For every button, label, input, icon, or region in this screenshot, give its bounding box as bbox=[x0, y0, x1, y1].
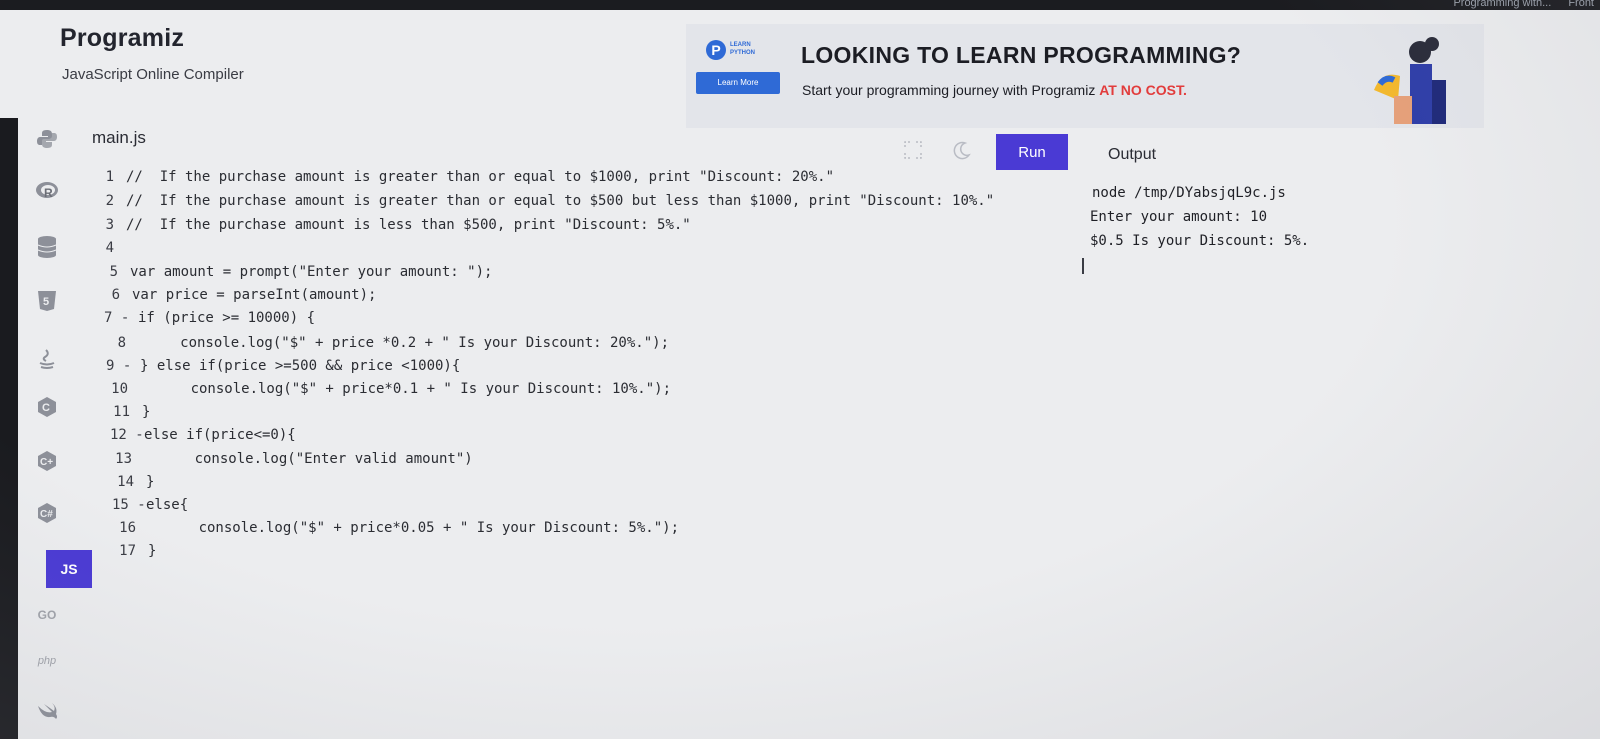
ad-subtext-prefix: Start your programming journey with Prog… bbox=[802, 82, 1100, 98]
code-line[interactable]: 10 console.log("$" + price*0.1 + " Is yo… bbox=[106, 378, 671, 400]
php-icon[interactable]: php bbox=[34, 648, 60, 674]
code-line[interactable]: 9 - } else if(price >=500 && price <1000)… bbox=[106, 355, 460, 377]
code-line[interactable]: 14} bbox=[112, 471, 154, 493]
fullscreen-icon[interactable] bbox=[903, 140, 925, 162]
run-button[interactable]: Run bbox=[996, 134, 1068, 170]
line-number: 4 bbox=[105, 240, 114, 256]
browser-tabs-partial[interactable]: Programming with... Front bbox=[1439, 0, 1594, 9]
svg-text:C#: C# bbox=[40, 509, 53, 520]
js-language-button[interactable]: JS bbox=[46, 550, 92, 588]
browser-tab-front[interactable]: Front bbox=[1568, 0, 1594, 9]
code-line[interactable]: 6 var price = parseInt(amount); bbox=[98, 284, 377, 306]
browser-tab-programming[interactable]: Programming with... bbox=[1453, 0, 1551, 9]
cpp-language-icon[interactable]: C+ bbox=[34, 448, 60, 474]
theme-toggle-icon[interactable] bbox=[952, 140, 974, 162]
code-line[interactable]: 4 bbox=[92, 237, 126, 259]
code-text: } bbox=[142, 404, 151, 420]
learn-python-logo: P LEARN PYTHON bbox=[706, 40, 772, 60]
sql-database-icon[interactable] bbox=[34, 234, 60, 260]
programiz-logo[interactable]: Programiz bbox=[60, 24, 184, 53]
code-line[interactable]: 16 console.log("$" + price*0.05 + " Is y… bbox=[114, 517, 679, 539]
browser-top-strip: Programming with... Front bbox=[0, 0, 1600, 10]
code-line[interactable]: 5 var amount = prompt("Enter your amount:… bbox=[96, 261, 493, 283]
code-text: // If the purchase amount is greater tha… bbox=[126, 193, 995, 209]
svg-text:C+: C+ bbox=[40, 457, 53, 468]
code-line[interactable]: 1 // If the purchase amount is greater th… bbox=[92, 166, 834, 188]
code-text: } else if(price >=500 && price <1000){ bbox=[140, 358, 461, 374]
language-sidebar: R 5 C C+ C# JS GO php bbox=[20, 118, 92, 739]
screen-bezel-left bbox=[0, 118, 18, 739]
line-number: 3 bbox=[105, 217, 114, 233]
text-cursor bbox=[1082, 258, 1084, 274]
line-number: 2 bbox=[105, 193, 114, 209]
c-language-icon[interactable]: C bbox=[34, 394, 60, 420]
go-language-icon[interactable]: GO bbox=[34, 602, 60, 628]
programiz-p-icon: P bbox=[706, 40, 726, 60]
line-number: 5 bbox=[109, 264, 118, 280]
code-text: var amount = prompt("Enter your amount: … bbox=[130, 264, 493, 280]
svg-text:C: C bbox=[42, 402, 50, 414]
csharp-language-icon[interactable]: C# bbox=[34, 500, 60, 526]
output-title: Output bbox=[1108, 146, 1157, 163]
line-number: 17 bbox=[119, 543, 136, 559]
line-number: 15 - bbox=[112, 497, 146, 513]
learn-more-button[interactable]: Learn More bbox=[696, 72, 780, 94]
code-text: console.log("Enter valid amount") bbox=[144, 451, 473, 467]
code-line[interactable]: 17} bbox=[114, 540, 156, 562]
screen: Programming with... Front Programiz Java… bbox=[0, 0, 1600, 739]
line-number: 11 bbox=[113, 404, 130, 420]
line-number: 9 - bbox=[106, 358, 132, 374]
line-number: 12 - bbox=[110, 427, 144, 443]
code-line[interactable]: 3 // If the purchase amount is less than … bbox=[92, 214, 691, 236]
ad-banner[interactable]: P LEARN PYTHON Learn More LOOKING TO LEA… bbox=[686, 24, 1484, 128]
code-text: console.log("$" + price *0.2 + " Is your… bbox=[138, 335, 670, 351]
code-line[interactable]: 7 - if (price >= 10000) { bbox=[104, 307, 315, 329]
ad-headline: LOOKING TO LEARN PROGRAMMING? bbox=[801, 42, 1242, 68]
logo-text: Programiz bbox=[60, 24, 185, 52]
ad-subtext: Start your programming journey with Prog… bbox=[802, 82, 1187, 98]
line-number: 16 bbox=[119, 520, 136, 536]
java-icon[interactable] bbox=[34, 346, 60, 372]
svg-text:R: R bbox=[44, 186, 53, 200]
code-line[interactable]: 2 // If the purchase amount is greater th… bbox=[92, 190, 995, 212]
line-number: 13 bbox=[115, 451, 132, 467]
line-number: 10 bbox=[111, 381, 128, 397]
learn-python-label: LEARN PYTHON bbox=[730, 42, 756, 56]
line-number: 14 bbox=[117, 474, 134, 490]
output-line: node /tmp/DYabsjqL9c.js bbox=[1092, 185, 1286, 201]
code-text: // If the purchase amount is greater tha… bbox=[126, 169, 835, 185]
code-line[interactable]: 8 console.log("$" + price *0.2 + " Is yo… bbox=[104, 332, 669, 354]
page-subtitle: JavaScript Online Compiler bbox=[62, 66, 244, 83]
line-number: 6 bbox=[111, 287, 120, 303]
html5-icon[interactable]: 5 bbox=[34, 288, 60, 314]
code-text: // If the purchase amount is less than $… bbox=[126, 217, 691, 233]
r-language-icon[interactable]: R bbox=[34, 178, 60, 204]
line-number: 7 - bbox=[104, 310, 130, 326]
code-text: } bbox=[148, 543, 157, 559]
code-text: var price = parseInt(amount); bbox=[132, 287, 377, 303]
code-text: if (price >= 10000) { bbox=[138, 310, 316, 326]
code-line[interactable]: 15 -else{ bbox=[112, 494, 188, 516]
code-line[interactable]: 12 -else if(price<=0){ bbox=[110, 424, 296, 446]
file-tab-main-js[interactable]: main.js bbox=[92, 128, 146, 148]
swift-icon[interactable] bbox=[34, 698, 60, 724]
python-icon[interactable] bbox=[34, 126, 60, 152]
code-line[interactable]: 13 console.log("Enter valid amount") bbox=[110, 448, 473, 470]
code-text: console.log("$" + price*0.05 + " Is your… bbox=[148, 520, 680, 536]
ad-subtext-highlight: AT NO COST. bbox=[1099, 82, 1187, 98]
code-text: else{ bbox=[146, 497, 189, 513]
output-line: $0.5 Is your Discount: 5%. bbox=[1090, 233, 1310, 249]
output-line: Enter your amount: 10 bbox=[1090, 209, 1268, 225]
code-line[interactable]: 11} bbox=[108, 401, 150, 423]
svg-text:5: 5 bbox=[43, 296, 49, 308]
code-text: else if(price<=0){ bbox=[144, 427, 296, 443]
ad-illustration-icon bbox=[1320, 30, 1460, 126]
code-text: } bbox=[146, 474, 155, 490]
line-number: 1 bbox=[105, 169, 114, 185]
code-text: console.log("$" + price*0.1 + " Is your … bbox=[140, 381, 672, 397]
line-number: 8 bbox=[117, 335, 126, 351]
